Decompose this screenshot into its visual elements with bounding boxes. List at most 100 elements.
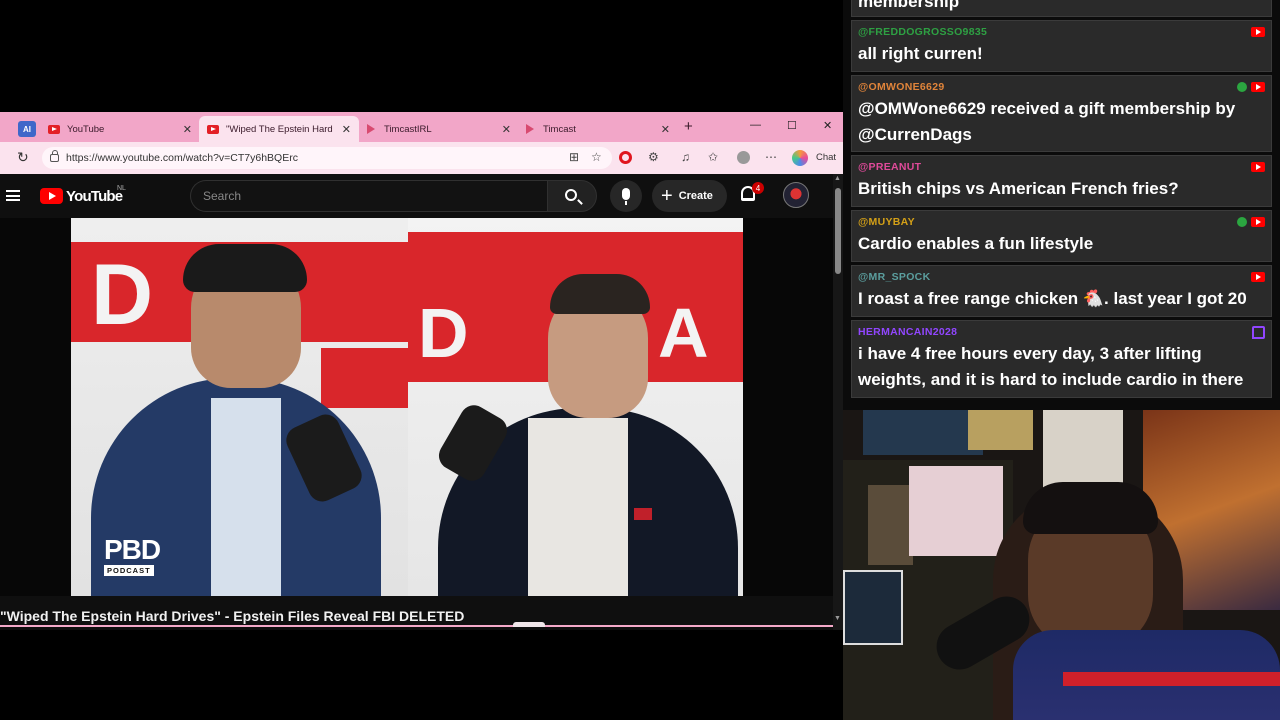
chat-username: @FREDDOGROSSO9835 bbox=[858, 26, 988, 38]
lock-icon[interactable] bbox=[50, 150, 59, 162]
chat-message: membership bbox=[851, 0, 1272, 17]
youtube-badge-icon bbox=[1251, 27, 1265, 37]
chat-message-text: all right curren! bbox=[858, 44, 983, 63]
member-badge-icon bbox=[1237, 217, 1247, 227]
url-text: https://www.youtube.com/watch?v=CT7y6hBQ… bbox=[66, 152, 298, 164]
chat-message-text: British chips vs American French fries? bbox=[858, 179, 1179, 198]
tab-label: YouTube bbox=[67, 123, 105, 135]
chat-button[interactable]: Chat bbox=[816, 152, 836, 163]
chat-message-text: Cardio enables a fun lifestyle bbox=[858, 234, 1094, 253]
youtube-logo-icon[interactable] bbox=[40, 188, 63, 204]
tab-label: Timcast bbox=[543, 123, 576, 135]
scroll-down-icon[interactable]: ▼ bbox=[834, 615, 841, 622]
menu-icon[interactable] bbox=[6, 190, 20, 201]
voice-search-button[interactable] bbox=[610, 180, 642, 212]
streamer-hair bbox=[1023, 482, 1158, 534]
timcast-icon bbox=[526, 124, 536, 134]
opera-icon[interactable] bbox=[619, 151, 632, 164]
chat-message: @MR_SPOCK I roast a free range chicken 🐔… bbox=[851, 265, 1272, 317]
pbd-logo: PBD bbox=[104, 534, 161, 565]
tab-strip: AI YouTube ✕ "Wiped The Epstein Hard Dri… bbox=[0, 112, 843, 142]
search-input[interactable]: Search bbox=[190, 180, 547, 212]
reload-icon[interactable]: ↻ bbox=[17, 149, 29, 166]
youtube-badge-icon bbox=[1251, 82, 1265, 92]
maximize-icon[interactable]: ☐ bbox=[787, 119, 797, 132]
scrollbar[interactable]: ▲ ▼ bbox=[833, 174, 843, 630]
tab-label: "Wiped The Epstein Hard Drives" - Epstei… bbox=[226, 123, 336, 135]
twitch-badge-icon bbox=[1252, 326, 1265, 339]
book bbox=[868, 485, 913, 565]
close-icon[interactable]: ✕ bbox=[183, 123, 192, 136]
chat-username: @MUYBAY bbox=[858, 216, 915, 228]
scroll-thumb[interactable] bbox=[835, 188, 841, 274]
member-badge-icon bbox=[1237, 82, 1247, 92]
stream-layout: AI YouTube ✕ "Wiped The Epstein Hard Dri… bbox=[0, 0, 1280, 720]
close-icon[interactable]: ✕ bbox=[342, 123, 351, 136]
chat-overlay: membership @FREDDOGROSSO9835 all right c… bbox=[843, 0, 1280, 410]
window-close-icon[interactable]: ✕ bbox=[823, 119, 832, 132]
pbd-logo-sub: PODCAST bbox=[104, 565, 154, 576]
video-title[interactable]: "Wiped The Epstein Hard Drives" - Epstei… bbox=[0, 608, 833, 624]
tab-label: TimcastIRL bbox=[384, 123, 432, 135]
progress-bar[interactable] bbox=[0, 625, 843, 627]
star-icon[interactable]: ☆ bbox=[591, 150, 602, 164]
address-bar[interactable]: https://www.youtube.com/watch?v=CT7y6hBQ… bbox=[42, 147, 612, 169]
timcast-icon bbox=[367, 124, 377, 134]
chat-message: @FREDDOGROSSO9835 all right curren! bbox=[851, 20, 1272, 72]
pink-box bbox=[909, 466, 1003, 556]
tab-timcast[interactable]: Timcast ✕ bbox=[518, 116, 678, 142]
notification-badge: 4 bbox=[752, 182, 764, 194]
scroll-up-icon[interactable]: ▲ bbox=[834, 175, 841, 182]
chat-message-text: I roast a free range chicken 🐔. last yea… bbox=[858, 289, 1247, 308]
search-icon bbox=[565, 189, 577, 201]
tab-youtube[interactable]: YouTube ✕ bbox=[40, 116, 200, 142]
chat-message: @MUYBAY Cardio enables a fun lifestyle bbox=[851, 210, 1272, 262]
chat-message: @PREANUT British chips vs American Frenc… bbox=[851, 155, 1272, 207]
chat-username: @MR_SPOCK bbox=[858, 271, 931, 283]
youtube-icon bbox=[48, 124, 60, 134]
search-placeholder: Search bbox=[203, 189, 242, 203]
chat-message: @OMWONE6629 @OMWone6629 received a gift … bbox=[851, 75, 1272, 152]
webcam-feed bbox=[843, 410, 1280, 720]
chat-message-text: membership bbox=[858, 0, 960, 11]
jacket-stripe bbox=[1063, 672, 1280, 686]
microphone-icon bbox=[622, 188, 630, 205]
favorites-icon[interactable]: ✩ bbox=[708, 150, 718, 164]
close-icon[interactable]: ✕ bbox=[502, 123, 511, 136]
video-player[interactable]: D E PBD PODCAST D C A bbox=[0, 218, 833, 596]
ai-tab-icon[interactable]: AI bbox=[18, 121, 36, 137]
extensions-icon[interactable]: ⚙ bbox=[648, 150, 659, 164]
more-icon[interactable]: ⋯ bbox=[765, 150, 777, 164]
youtube-header: YouTube NL Search + Create 4 bbox=[0, 174, 833, 218]
chat-username: @PREANUT bbox=[858, 161, 922, 173]
apps-icon[interactable]: ⊞ bbox=[569, 150, 579, 164]
youtube-wordmark[interactable]: YouTube bbox=[66, 188, 123, 205]
tab-timcastirl[interactable]: TimcastIRL ✕ bbox=[359, 116, 519, 142]
copilot-icon[interactable] bbox=[792, 150, 808, 166]
chat-message: HERMANCAIN2028 i have 4 free hours every… bbox=[851, 320, 1272, 398]
create-button[interactable]: + Create bbox=[652, 180, 727, 212]
minimize-icon[interactable]: — bbox=[750, 119, 761, 131]
progress-thumb[interactable] bbox=[513, 622, 545, 627]
address-toolbar: ↻ https://www.youtube.com/watch?v=CT7y6h… bbox=[0, 142, 843, 174]
media-icon[interactable]: ♫ bbox=[681, 150, 690, 164]
chat-username: HERMANCAIN2028 bbox=[858, 326, 958, 338]
youtube-badge-icon bbox=[1251, 217, 1265, 227]
create-label: Create bbox=[678, 190, 713, 202]
plus-icon: + bbox=[661, 185, 673, 207]
youtube-badge-icon bbox=[1251, 162, 1265, 172]
youtube-icon bbox=[207, 124, 219, 134]
chat-message-text: @OMWone6629 received a gift membership b… bbox=[858, 99, 1236, 144]
poster bbox=[863, 410, 983, 455]
youtube-badge-icon bbox=[1251, 272, 1265, 282]
tab-active-video[interactable]: "Wiped The Epstein Hard Drives" - Epstei… bbox=[199, 116, 359, 142]
search-button[interactable] bbox=[547, 180, 597, 212]
avatar[interactable] bbox=[783, 182, 809, 208]
country-code: NL bbox=[117, 185, 126, 192]
close-icon[interactable]: ✕ bbox=[661, 123, 670, 136]
video-frame[interactable]: D E PBD PODCAST D C A bbox=[71, 218, 743, 596]
profile-icon[interactable] bbox=[737, 151, 750, 164]
chat-username: @OMWONE6629 bbox=[858, 81, 945, 93]
new-tab-icon[interactable]: + bbox=[684, 118, 693, 135]
photo-frame bbox=[843, 570, 903, 645]
